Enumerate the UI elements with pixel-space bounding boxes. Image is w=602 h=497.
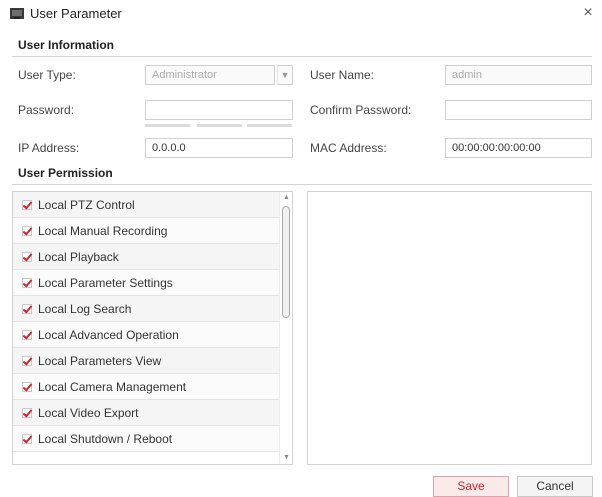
chevron-down-icon[interactable]: ▼ bbox=[277, 65, 293, 85]
permission-item-label: Local PTZ Control bbox=[38, 197, 135, 212]
user-name-field[interactable]: admin bbox=[445, 65, 592, 85]
scrollbar[interactable]: ▲ ▼ bbox=[279, 192, 292, 464]
checkbox-checked-icon[interactable] bbox=[22, 433, 32, 444]
divider bbox=[12, 184, 592, 185]
permission-list: Local PTZ Control Local Manual Recording L… bbox=[13, 192, 279, 452]
divider bbox=[12, 56, 592, 57]
user-information-title: User Information bbox=[18, 38, 115, 52]
cancel-button[interactable]: Cancel bbox=[517, 476, 593, 497]
checkbox-checked-icon[interactable] bbox=[22, 251, 32, 262]
permission-item-label: Local Video Export bbox=[38, 405, 139, 420]
permission-item[interactable]: Local Shutdown / Reboot bbox=[13, 426, 279, 452]
permission-item-label: Local Manual Recording bbox=[38, 223, 168, 238]
checkbox-checked-icon[interactable] bbox=[22, 329, 32, 340]
permission-item[interactable]: Local Parameters View bbox=[13, 348, 279, 374]
permission-item-label: Local Shutdown / Reboot bbox=[38, 431, 173, 446]
permission-item[interactable]: Local Advanced Operation bbox=[13, 322, 279, 348]
user-permission-title: User Permission bbox=[18, 166, 113, 180]
checkbox-checked-icon[interactable] bbox=[22, 355, 32, 366]
save-button[interactable]: Save bbox=[433, 476, 509, 497]
permission-item-label: Local Camera Management bbox=[38, 379, 187, 394]
checkbox-checked-icon[interactable] bbox=[22, 381, 32, 392]
checkbox-checked-icon[interactable] bbox=[22, 277, 32, 288]
password-input[interactable] bbox=[145, 100, 293, 120]
password-strength-bar-strong bbox=[247, 124, 292, 127]
permission-item[interactable]: Local PTZ Control bbox=[13, 192, 279, 218]
mac-address-label: MAC Address: bbox=[310, 141, 387, 155]
user-name-label: User Name: bbox=[310, 68, 375, 82]
permission-item[interactable]: Local Video Export bbox=[13, 400, 279, 426]
checkbox-checked-icon[interactable] bbox=[22, 199, 32, 210]
permission-item-label: Local Parameters View bbox=[38, 353, 162, 368]
permission-item-label: Local Playback bbox=[38, 249, 119, 264]
checkbox-checked-icon[interactable] bbox=[22, 303, 32, 314]
scroll-up-icon[interactable]: ▲ bbox=[280, 192, 292, 204]
permission-item[interactable]: Local Manual Recording bbox=[13, 218, 279, 244]
close-icon[interactable]: × bbox=[578, 2, 598, 24]
mac-address-input[interactable] bbox=[445, 138, 592, 158]
permission-item-label: Local Parameter Settings bbox=[38, 275, 173, 290]
permission-item[interactable]: Local Parameter Settings bbox=[13, 270, 279, 296]
title-bar: User Parameter × bbox=[0, 0, 602, 30]
confirm-password-label: Confirm Password: bbox=[310, 103, 412, 117]
permission-item[interactable]: Local Log Search bbox=[13, 296, 279, 322]
password-strength-bar-medium bbox=[197, 124, 242, 127]
window-title: User Parameter bbox=[30, 6, 122, 21]
password-strength-bar-weak bbox=[145, 124, 190, 127]
ip-address-label: IP Address: bbox=[18, 141, 80, 155]
user-type-select[interactable]: Administrator bbox=[145, 65, 275, 85]
permission-item-label: Local Advanced Operation bbox=[38, 327, 179, 342]
checkbox-checked-icon[interactable] bbox=[22, 407, 32, 418]
password-label: Password: bbox=[18, 103, 75, 117]
permission-item[interactable]: Local Playback bbox=[13, 244, 279, 270]
scrollbar-thumb[interactable] bbox=[282, 206, 290, 318]
permission-list-panel: Local PTZ Control Local Manual Recording L… bbox=[12, 191, 293, 465]
ip-address-input[interactable] bbox=[145, 138, 293, 158]
user-type-label: User Type: bbox=[18, 68, 76, 82]
permission-detail-panel bbox=[307, 191, 592, 465]
checkbox-checked-icon[interactable] bbox=[22, 225, 32, 236]
permission-item[interactable]: Local Camera Management bbox=[13, 374, 279, 400]
app-icon bbox=[10, 8, 24, 19]
confirm-password-input[interactable] bbox=[445, 100, 592, 120]
scroll-down-icon[interactable]: ▼ bbox=[280, 452, 292, 464]
permission-item-label: Local Log Search bbox=[38, 301, 132, 316]
